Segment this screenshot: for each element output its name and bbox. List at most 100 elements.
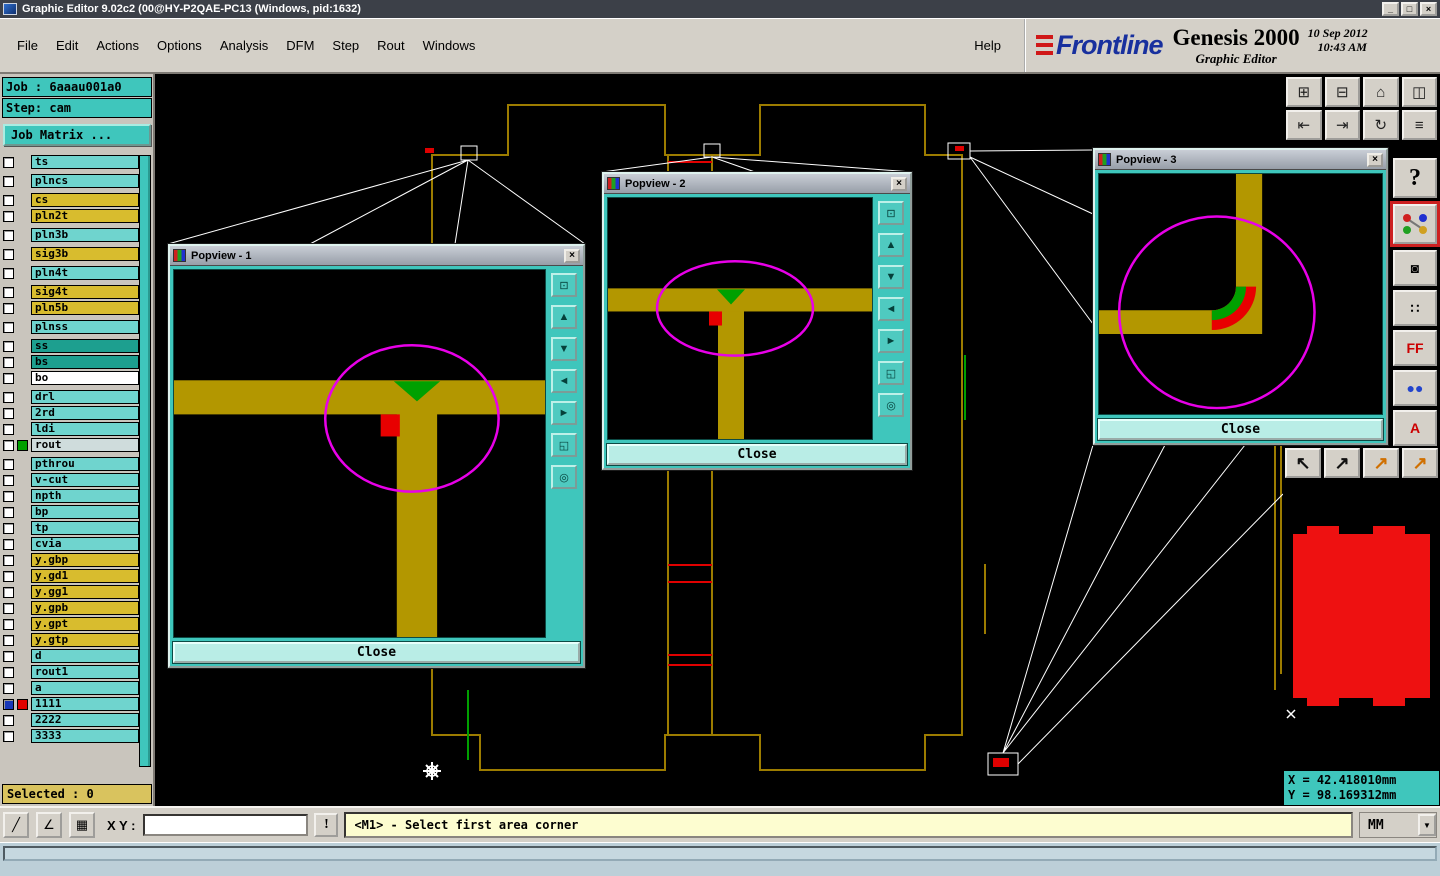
layer-row[interactable]: ss	[2, 339, 139, 353]
layer-row[interactable]: cvia	[2, 537, 139, 551]
layer-name-label[interactable]: v-cut	[31, 473, 139, 487]
layer-row[interactable]: y.gbp	[2, 553, 139, 567]
layer-name-label[interactable]: 3333	[31, 729, 139, 743]
layer-visibility-checkbox[interactable]	[3, 682, 14, 694]
layer-name-label[interactable]: 1111	[31, 697, 139, 711]
layer-visibility-checkbox[interactable]	[3, 634, 14, 646]
popview-pan-down-button[interactable]: ▼	[878, 265, 904, 289]
layer-visibility-checkbox[interactable]	[3, 506, 14, 518]
popview-zoom-window-button[interactable]: ⊡	[551, 273, 577, 297]
popview-3-canvas[interactable]	[1098, 173, 1383, 415]
layer-name-label[interactable]: 2rd	[31, 406, 139, 420]
popview-1-titlebar[interactable]: Popview - 1 ×	[170, 246, 583, 266]
layer-visibility-checkbox[interactable]	[3, 439, 14, 451]
layer-name-label[interactable]: d	[31, 649, 139, 663]
layer-row[interactable]: drl	[2, 390, 139, 404]
layer-name-label[interactable]: y.gtp	[31, 633, 139, 647]
popview-zoom-fit-button[interactable]: ◱	[551, 433, 577, 457]
layer-scrollbar[interactable]	[139, 155, 151, 767]
layer-row[interactable]: sig4t	[2, 285, 139, 299]
layer-name-label[interactable]: pln5b	[31, 301, 139, 315]
pattern-mode-button[interactable]: ∷	[1393, 290, 1437, 326]
cursor-measure-button[interactable]: ↗	[1402, 448, 1438, 478]
overview-map[interactable]	[1283, 486, 1440, 768]
layer-name-label[interactable]: drl	[31, 390, 139, 404]
layer-name-label[interactable]: y.gd1	[31, 569, 139, 583]
layer-name-label[interactable]: a	[31, 681, 139, 695]
layer-row[interactable]: sig3b	[2, 247, 139, 261]
layer-visibility-checkbox[interactable]	[3, 321, 14, 333]
layer-name-label[interactable]: y.gg1	[31, 585, 139, 599]
layer-visibility-checkbox[interactable]	[3, 714, 14, 726]
popview-zoom-fit-button[interactable]: ◱	[878, 361, 904, 385]
popview-pan-left-button[interactable]: ◄	[551, 369, 577, 393]
layer-visibility-checkbox[interactable]	[3, 490, 14, 502]
popview-2-titlebar[interactable]: Popview - 2 ×	[604, 174, 910, 194]
layer-row[interactable]: d	[2, 649, 139, 663]
layer-name-label[interactable]: rout	[31, 438, 139, 452]
layer-row[interactable]: y.gpb	[2, 601, 139, 615]
layer-row[interactable]: plnss	[2, 320, 139, 334]
layer-visibility-checkbox[interactable]	[3, 538, 14, 550]
active-tool-button[interactable]	[1390, 201, 1440, 247]
layer-row[interactable]: bs	[2, 355, 139, 369]
layer-row[interactable]: y.gg1	[2, 585, 139, 599]
layer-visibility-checkbox[interactable]	[3, 602, 14, 614]
layer-visibility-checkbox[interactable]	[3, 423, 14, 435]
popview-pan-right-button[interactable]: ►	[551, 401, 577, 425]
popview-pan-up-button[interactable]: ▲	[878, 233, 904, 257]
popview-3-titlebar[interactable]: Popview - 3 ×	[1095, 150, 1386, 170]
layer-row[interactable]: pln2t	[2, 209, 139, 223]
layer-row[interactable]: bo	[2, 371, 139, 385]
layer-row[interactable]: 2rd	[2, 406, 139, 420]
layer-visibility-checkbox[interactable]	[3, 407, 14, 419]
popview-2-canvas[interactable]	[607, 197, 873, 440]
popview-1-window[interactable]: Popview - 1 × ⊡ ▲ ▼ ◄ ► ◱ ◎ Close	[167, 243, 586, 669]
layer-name-label[interactable]: pln3b	[31, 228, 139, 242]
popview-1-canvas[interactable]	[173, 269, 546, 638]
layer-row[interactable]: cs	[2, 193, 139, 207]
layer-row[interactable]: tp	[2, 521, 139, 535]
layer-name-label[interactable]: plncs	[31, 174, 139, 188]
menu-item[interactable]: Edit	[47, 38, 87, 53]
close-button[interactable]: ×	[1420, 2, 1437, 16]
layer-name-label[interactable]: y.gpb	[31, 601, 139, 615]
layer-row[interactable]: rout	[2, 438, 139, 452]
layer-row[interactable]: a	[2, 681, 139, 695]
layer-visibility-checkbox[interactable]	[3, 522, 14, 534]
layer-row[interactable]: v-cut	[2, 473, 139, 487]
text-mode-button[interactable]: A	[1393, 410, 1437, 446]
layer-name-label[interactable]: tp	[31, 521, 139, 535]
popview-3-close-button[interactable]: Close	[1097, 418, 1384, 441]
layer-row[interactable]: pthrou	[2, 457, 139, 471]
help-button[interactable]: ?	[1393, 158, 1437, 198]
snap-angle-button[interactable]: ∠	[36, 812, 62, 838]
layer-visibility-checkbox[interactable]	[3, 302, 14, 314]
layer-name-label[interactable]: bs	[31, 355, 139, 369]
menu-item[interactable]: File	[8, 38, 47, 53]
layer-row[interactable]: rout1	[2, 665, 139, 679]
menu-item[interactable]: DFM	[277, 38, 323, 53]
layer-visibility-checkbox[interactable]	[3, 248, 14, 260]
export-view-button[interactable]: ⇥	[1324, 110, 1360, 140]
redraw-button[interactable]: ↻	[1363, 110, 1399, 140]
layer-name-label[interactable]: y.gpt	[31, 617, 139, 631]
layer-row[interactable]: 2222	[2, 713, 139, 727]
popview-pan-left-button[interactable]: ◄	[878, 297, 904, 321]
menu-help[interactable]: Help	[965, 38, 1010, 53]
layer-name-label[interactable]: pln4t	[31, 266, 139, 280]
menu-item[interactable]: Rout	[368, 38, 413, 53]
layer-visibility-checkbox[interactable]	[3, 194, 14, 206]
split-view-button[interactable]: ◫	[1401, 77, 1437, 107]
layer-name-label[interactable]: pthrou	[31, 457, 139, 471]
pads-mode-button[interactable]: ●●	[1393, 370, 1437, 406]
layer-row[interactable]: y.gd1	[2, 569, 139, 583]
popview-pan-right-button[interactable]: ►	[878, 329, 904, 353]
layer-row[interactable]: plncs	[2, 174, 139, 188]
camera-button[interactable]: ⌂	[1363, 77, 1399, 107]
popview-pan-up-button[interactable]: ▲	[551, 305, 577, 329]
layer-visibility-checkbox[interactable]	[3, 554, 14, 566]
layer-visibility-checkbox[interactable]	[3, 391, 14, 403]
layer-list-button[interactable]: ≡	[1401, 110, 1437, 140]
layer-visibility-checkbox[interactable]	[3, 267, 14, 279]
